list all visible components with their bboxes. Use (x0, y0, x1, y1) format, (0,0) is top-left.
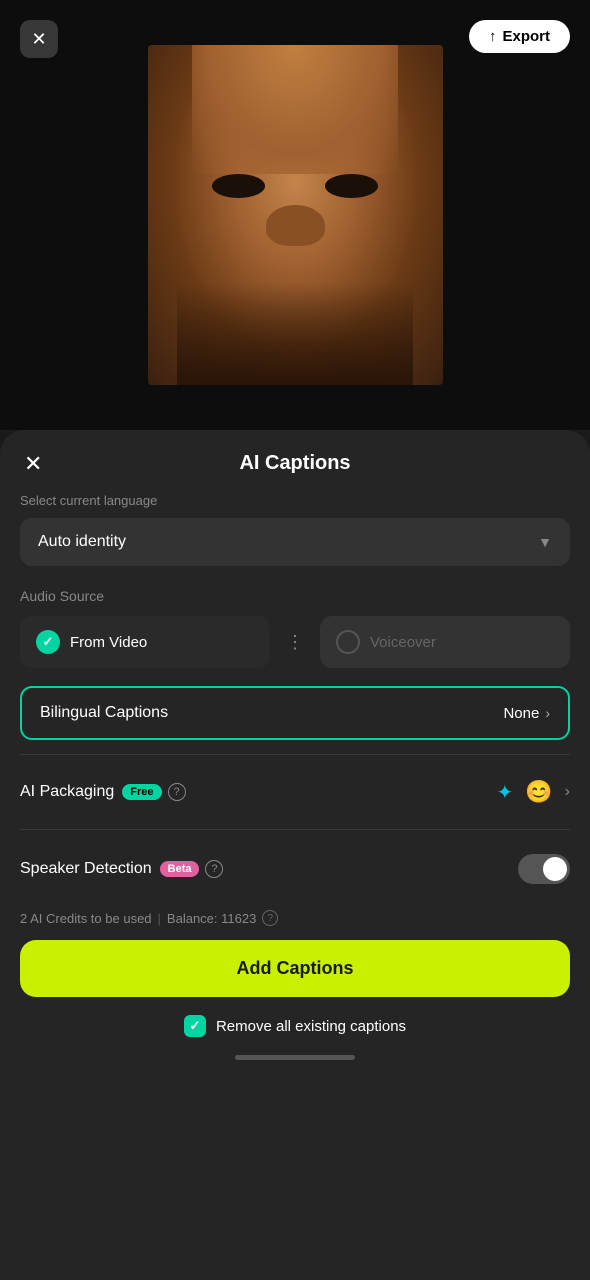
voiceover-check (336, 630, 360, 654)
ai-packaging-label: AI Packaging (20, 783, 114, 801)
from-video-check: ✓ (36, 630, 60, 654)
credits-separator: | (158, 911, 161, 926)
ai-packaging-chevron-icon: › (565, 783, 570, 801)
remove-captions-row: ✓ Remove all existing captions (20, 1015, 570, 1037)
speaker-detection-row: Speaker Detection Beta ? (20, 844, 570, 894)
dropdown-arrow-icon: ▼ (538, 534, 552, 550)
ai-packaging-row: AI Packaging Free ? ✦ 😊 › (20, 769, 570, 815)
bilingual-chevron-icon: › (545, 705, 550, 721)
language-dropdown[interactable]: Auto identity ▼ (20, 518, 570, 566)
speaker-detection-badge: Beta (160, 861, 200, 877)
language-section-label: Select current language (20, 493, 570, 508)
audio-section-label: Audio Source (20, 588, 570, 604)
video-thumbnail (148, 45, 443, 385)
credits-text: 2 AI Credits to be used (20, 911, 152, 926)
home-indicator (235, 1055, 355, 1060)
balance-text: Balance: 11623 (167, 911, 256, 926)
settings-panel: ✕ AI Captions Select current language Au… (0, 430, 590, 1280)
audio-from-video-option[interactable]: ✓ From Video (20, 616, 270, 668)
panel-header: ✕ AI Captions (20, 430, 570, 493)
language-selected-value: Auto identity (38, 533, 126, 551)
bilingual-captions-value: None (503, 705, 539, 722)
bilingual-captions-value-group: None › (503, 705, 550, 722)
bilingual-captions-label: Bilingual Captions (40, 704, 168, 722)
ai-packaging-badge: Free (122, 784, 161, 800)
ai-packaging-actions: ✦ 😊 › (497, 779, 571, 805)
credits-help-icon[interactable]: ? (262, 910, 278, 926)
video-close-button[interactable]: ✕ (20, 20, 58, 58)
export-icon: ↑ (489, 28, 497, 45)
panel-close-button[interactable]: ✕ (20, 447, 46, 481)
speaker-detection-actions (518, 854, 570, 884)
audio-options: ✓ From Video ⋮ Voiceover (20, 616, 570, 668)
voiceover-label: Voiceover (370, 634, 436, 651)
remove-captions-label: Remove all existing captions (216, 1018, 406, 1035)
from-video-label: From Video (70, 634, 147, 651)
bilingual-captions-row[interactable]: Bilingual Captions None › (20, 686, 570, 740)
audio-voiceover-option[interactable]: Voiceover (320, 616, 570, 668)
ai-packaging-help-icon[interactable]: ? (168, 783, 186, 801)
add-captions-button[interactable]: Add Captions (20, 940, 570, 997)
speaker-detection-toggle[interactable] (518, 854, 570, 884)
toggle-thumb (543, 857, 567, 881)
from-video-more-button[interactable]: ⋮ (282, 616, 308, 668)
speaker-detection-label: Speaker Detection (20, 860, 152, 878)
emoji-icon[interactable]: 😊 (525, 779, 552, 805)
divider-1 (20, 754, 570, 755)
toggle-track (518, 854, 570, 884)
remove-captions-checkbox[interactable]: ✓ (184, 1015, 206, 1037)
speaker-detection-help-icon[interactable]: ? (205, 860, 223, 878)
sparkle-icon[interactable]: ✦ (497, 780, 514, 805)
divider-2 (20, 829, 570, 830)
export-button[interactable]: ↑ Export (469, 20, 570, 53)
credits-row: 2 AI Credits to be used | Balance: 11623… (20, 894, 570, 940)
panel-title: AI Captions (239, 452, 350, 475)
video-area: ✕ ↑ Export (0, 0, 590, 430)
